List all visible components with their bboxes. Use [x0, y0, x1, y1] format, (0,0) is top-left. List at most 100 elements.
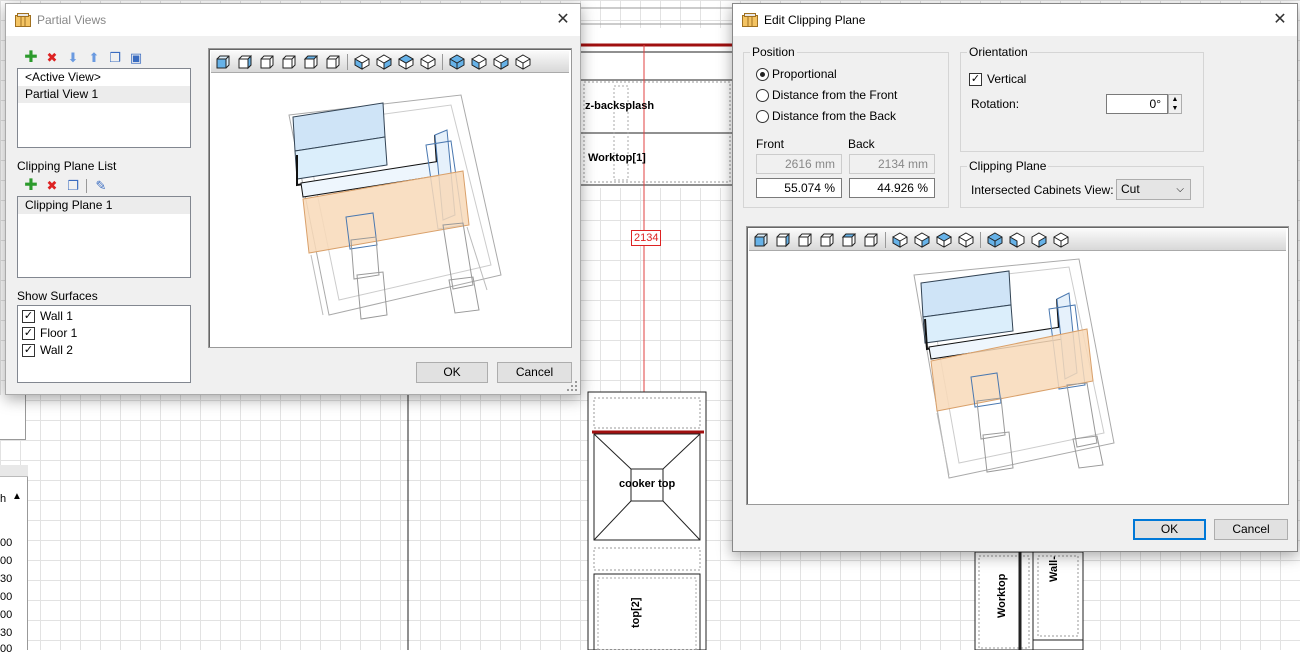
iso-view-icon[interactable]: [376, 53, 392, 70]
checkbox[interactable]: ✓: [969, 73, 982, 86]
radio-label: Distance from the Front: [772, 88, 898, 102]
radio-distance-back[interactable]: Distance from the Back: [756, 109, 896, 123]
vertical-checkbox-row[interactable]: ✓ Vertical: [969, 71, 1026, 88]
view-cube-icon[interactable]: [325, 54, 341, 70]
copy-icon[interactable]: ❐: [107, 50, 123, 66]
back-percent-field[interactable]: 44.926 %: [849, 178, 935, 198]
iso-view-icon[interactable]: [892, 231, 908, 248]
group-title: Position: [750, 45, 797, 59]
iso-view-icon[interactable]: [354, 53, 370, 70]
edit-plane-icon[interactable]: ✎: [93, 178, 109, 194]
iso-view-icon[interactable]: [914, 231, 930, 248]
iso-back-icon[interactable]: [515, 53, 531, 70]
checkbox[interactable]: ✓: [22, 344, 35, 357]
wall-right-label[interactable]: Wall-: [1048, 556, 1060, 582]
radio-icon[interactable]: [756, 67, 769, 81]
cooker-top-label[interactable]: cooker top: [619, 478, 675, 490]
add-icon[interactable]: ✚: [23, 50, 39, 66]
show-surfaces-label: Show Surfaces: [17, 289, 98, 303]
iso-back-icon[interactable]: [449, 53, 465, 70]
vertical-label: Vertical: [987, 72, 1027, 86]
radio-label: Proportional: [772, 67, 837, 81]
partial-views-titlebar[interactable]: Partial Views ✕: [6, 4, 580, 36]
iso-view-icon[interactable]: [397, 53, 415, 70]
rotation-label: Rotation:: [971, 97, 1020, 111]
close-icon[interactable]: ✕: [546, 4, 580, 36]
surface-item[interactable]: ✓ Floor 1: [18, 325, 190, 342]
toolbar-separator: [347, 53, 348, 70]
delete-plane-icon[interactable]: ✖: [44, 178, 60, 194]
views-list[interactable]: <Active View> Partial View 1: [17, 68, 191, 148]
ok-button[interactable]: OK: [1133, 519, 1206, 540]
intersected-view-select[interactable]: Cut ⌵: [1116, 179, 1191, 200]
checkbox[interactable]: ✓: [22, 327, 35, 340]
move-up-icon[interactable]: ⬆: [86, 50, 102, 66]
rotation-spinner[interactable]: ▲ ▼: [1168, 94, 1182, 114]
surface-item[interactable]: ✓ Wall 1: [18, 308, 190, 325]
clipping-planes-list[interactable]: Clipping Plane 1: [17, 196, 191, 278]
resize-grip-icon[interactable]: [567, 381, 577, 391]
dialog-title: Partial Views: [37, 13, 107, 27]
side-panel: h ▲ 00 00 30 00 00 30 00: [0, 465, 28, 655]
copy-plane-icon[interactable]: ❐: [65, 178, 81, 194]
radio-icon[interactable]: [756, 88, 769, 102]
view-cube-icon[interactable]: [215, 54, 231, 70]
view-cube-icon[interactable]: [797, 232, 813, 248]
worktop1-label[interactable]: Worktop[1]: [588, 152, 646, 164]
side-value: 00: [0, 591, 13, 603]
back-label: Back: [848, 137, 875, 151]
iso-back-icon[interactable]: [1009, 231, 1025, 248]
backsplash-label[interactable]: z-backsplash: [585, 100, 654, 112]
iso-back-icon[interactable]: [493, 53, 509, 70]
list-item[interactable]: <Active View>: [18, 69, 190, 86]
iso-back-icon[interactable]: [471, 53, 487, 70]
ok-button[interactable]: OK: [416, 362, 488, 383]
view-cube-icon[interactable]: [775, 232, 791, 248]
iso-view-icon[interactable]: [958, 231, 974, 248]
list-item[interactable]: Partial View 1: [18, 86, 190, 103]
view-cube-icon[interactable]: [259, 54, 275, 70]
view-cube-icon[interactable]: [819, 232, 835, 248]
cancel-button[interactable]: Cancel: [1214, 519, 1288, 540]
move-down-icon[interactable]: ⬇: [65, 50, 81, 66]
iso-back-icon[interactable]: [987, 231, 1003, 248]
list-item[interactable]: Clipping Plane 1: [18, 197, 190, 214]
view-cube-icon[interactable]: [237, 54, 253, 70]
checkbox[interactable]: ✓: [22, 310, 35, 323]
close-icon[interactable]: ✕: [1263, 4, 1297, 36]
surfaces-list[interactable]: ✓ Wall 1 ✓ Floor 1 ✓ Wall 2: [17, 305, 191, 383]
iso-view-icon[interactable]: [935, 231, 953, 248]
surface-label: Wall 1: [40, 309, 73, 323]
view-cube-icon[interactable]: [303, 54, 319, 70]
view-cube-icon[interactable]: [841, 232, 857, 248]
iso-view-icon[interactable]: [420, 53, 436, 70]
edit-clipping-titlebar[interactable]: Edit Clipping Plane ✕: [733, 4, 1297, 36]
front-percent-field[interactable]: 55.074 %: [756, 178, 842, 198]
worktop2-label[interactable]: top[2]: [630, 597, 642, 628]
radio-icon[interactable]: [756, 109, 769, 123]
cancel-button[interactable]: Cancel: [497, 362, 572, 383]
edit-clipping-plane-dialog: Edit Clipping Plane ✕ Position Proportio…: [732, 3, 1298, 552]
partial-view-preview[interactable]: [208, 48, 572, 348]
delete-icon[interactable]: ✖: [44, 50, 60, 66]
clipping-preview[interactable]: [746, 226, 1289, 505]
toolbar-separator: [442, 53, 443, 70]
rotation-field[interactable]: 0°: [1106, 94, 1168, 114]
front-label: Front: [756, 137, 785, 151]
surface-item[interactable]: ✓ Wall 2: [18, 342, 190, 359]
view-icon[interactable]: ▣: [128, 50, 144, 66]
dimension-badge[interactable]: 2134: [631, 230, 662, 246]
scroll-up-icon[interactable]: ▲: [12, 491, 22, 502]
iso-back-icon[interactable]: [1031, 231, 1047, 248]
position-group: Position Proportional Distance from the …: [743, 45, 949, 208]
view-cube-icon[interactable]: [281, 54, 297, 70]
radio-proportional[interactable]: Proportional: [756, 67, 837, 81]
view-cube-icon[interactable]: [863, 232, 879, 248]
add-plane-icon[interactable]: ✚: [23, 178, 39, 194]
worktop-right-label[interactable]: Worktop: [996, 574, 1008, 618]
iso-back-icon[interactable]: [1053, 231, 1069, 248]
view-cube-icon[interactable]: [753, 232, 769, 248]
side-value: 30: [0, 627, 13, 639]
radio-distance-front[interactable]: Distance from the Front: [756, 88, 897, 102]
chevron-down-icon: ⌵: [1176, 184, 1184, 195]
